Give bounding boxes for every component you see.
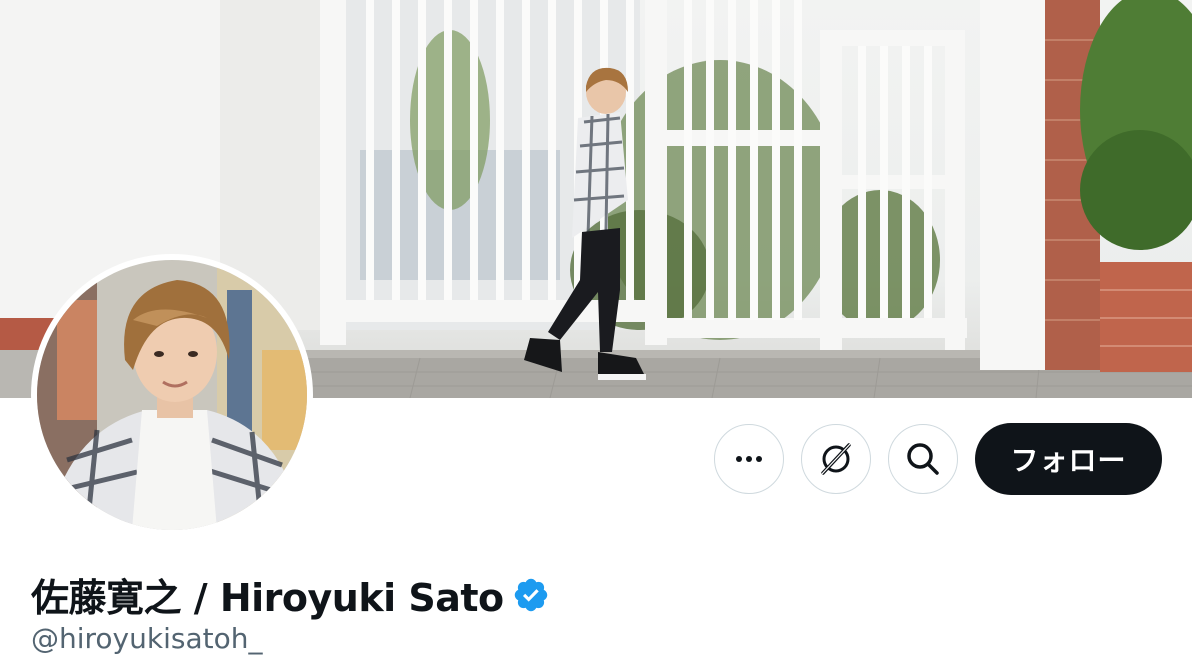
- profile-page: フォロー 佐藤寛之 / Hiroyuki Sato @hiroyukisatoh…: [0, 0, 1192, 666]
- verified-badge-icon[interactable]: [512, 576, 550, 614]
- grok-button[interactable]: [801, 424, 871, 494]
- search-icon: [907, 443, 939, 475]
- user-handle: @hiroyukisatoh_: [31, 622, 263, 655]
- more-options-button[interactable]: [714, 424, 784, 494]
- grok-icon: [820, 442, 852, 476]
- profile-actions: フォロー: [714, 423, 1162, 495]
- display-name: 佐藤寛之 / Hiroyuki Sato: [31, 576, 504, 620]
- avatar-photo: [37, 260, 307, 530]
- profile-name-row: 佐藤寛之 / Hiroyuki Sato: [31, 567, 550, 622]
- profile-avatar[interactable]: [31, 254, 313, 536]
- follow-button[interactable]: フォロー: [975, 423, 1162, 495]
- more-dots-icon: [736, 456, 762, 462]
- search-button[interactable]: [888, 424, 958, 494]
